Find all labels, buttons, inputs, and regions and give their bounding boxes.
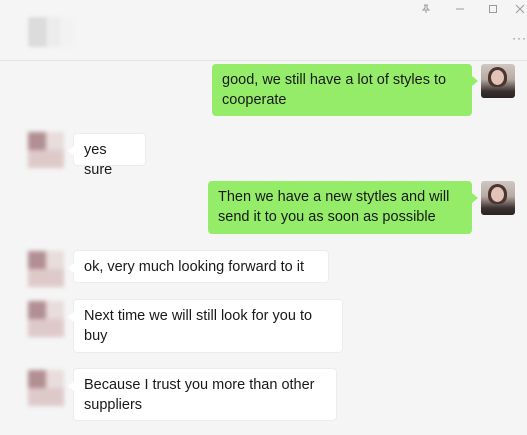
- contact-avatar[interactable]: [26, 247, 66, 291]
- minimize-icon[interactable]: [453, 4, 467, 18]
- message-line: Because I trust you more than other: [84, 377, 315, 393]
- message-bubble-incoming[interactable]: Next time we will still look for you to …: [68, 299, 343, 353]
- message-line: good, we still have a lot of styles to: [222, 72, 447, 88]
- message-bubble-outgoing[interactable]: good, we still have a lot of styles to c…: [212, 64, 478, 116]
- message-line: Next time we will still look for you to: [84, 308, 313, 324]
- maximize-icon[interactable]: [486, 4, 500, 18]
- contact-avatar[interactable]: [26, 128, 66, 172]
- contact-avatar[interactable]: [26, 297, 66, 341]
- message-line: ok, very much looking forward to it: [84, 259, 305, 275]
- message-bubble-incoming[interactable]: yes sure: [68, 133, 146, 178]
- message-line: cooperate: [222, 92, 287, 108]
- pin-icon[interactable]: [419, 4, 433, 18]
- close-icon[interactable]: [513, 4, 527, 18]
- chat-header: ···: [0, 0, 527, 61]
- message-line: Then we have a new stytles and will: [218, 189, 450, 205]
- more-icon[interactable]: ···: [512, 32, 527, 44]
- message-line: buy: [84, 328, 108, 344]
- message-bubble-incoming[interactable]: Because I trust you more than other supp…: [68, 368, 337, 421]
- message-line: yes sure: [84, 142, 113, 178]
- contact-avatar[interactable]: [26, 366, 66, 410]
- my-avatar[interactable]: [481, 64, 515, 98]
- message-line: suppliers: [84, 397, 143, 413]
- message-bubble-incoming[interactable]: ok, very much looking forward to it: [68, 250, 329, 283]
- contact-name-blurred: [28, 17, 74, 47]
- my-avatar[interactable]: [481, 181, 515, 215]
- message-line: send it to you as soon as possible: [218, 209, 436, 225]
- message-bubble-outgoing[interactable]: Then we have a new stytles and will send…: [208, 181, 478, 234]
